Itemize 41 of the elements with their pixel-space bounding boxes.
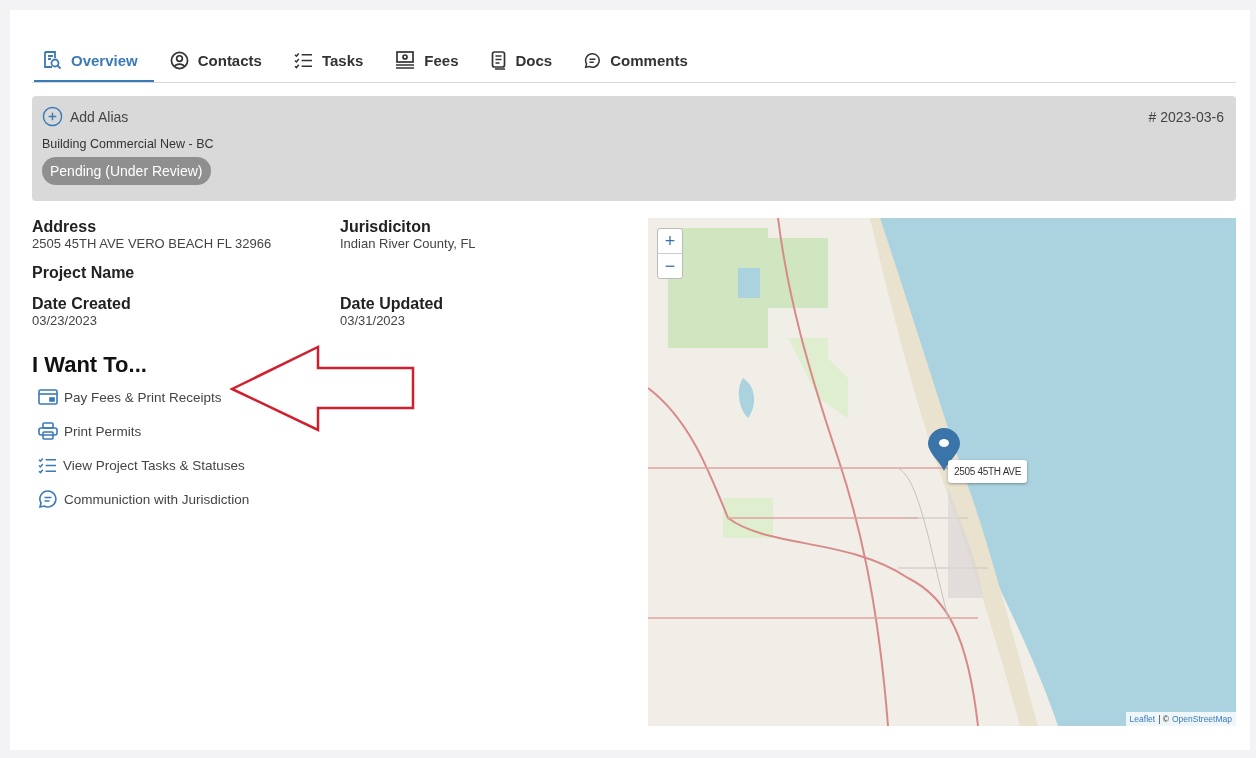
status-badge: Pending (Under Review): [42, 157, 211, 185]
attribution-link[interactable]: Leaflet: [1129, 714, 1156, 724]
marker-tooltip: 2505 45TH AVE: [948, 460, 1028, 483]
field-value: 03/31/2023: [340, 313, 407, 328]
section-heading: I Want To...: [32, 352, 148, 378]
field-value: 2505 45TH AVE VERO BEACH FL 32966: [32, 236, 273, 251]
tab[interactable]: Overview: [34, 40, 154, 82]
checklist-icon: [38, 456, 57, 474]
zoom-in-button[interactable]: +: [658, 229, 682, 254]
search-document-icon: [42, 50, 62, 70]
plus-circle-icon: [42, 106, 63, 127]
tab[interactable]: Comments: [576, 40, 704, 82]
field-label: Date Created: [32, 295, 132, 313]
field-label: Project Name: [32, 264, 136, 282]
tab[interactable]: Fees: [387, 40, 475, 82]
field-label: Address: [32, 218, 98, 236]
permit-number: # 2023-03-6: [1148, 108, 1224, 125]
checklist-icon: [293, 51, 313, 69]
action-link[interactable]: Communiction with Jurisdiction: [38, 489, 250, 509]
zoom-out-button[interactable]: −: [658, 254, 682, 278]
chat-bubble-icon: [584, 51, 602, 69]
document-icon: [490, 50, 507, 70]
field-value: Indian River County, FL: [340, 236, 477, 251]
chat-bubble-icon: [38, 489, 58, 509]
printer-icon: [38, 422, 58, 440]
attribution-text: | ©: [1158, 714, 1169, 724]
add-alias-button[interactable]: Add Alias: [42, 106, 129, 127]
monitor-icon: [395, 50, 416, 70]
credit-card-icon: [38, 389, 58, 405]
permit-type: Building Commercial New - BC: [42, 137, 215, 151]
field-value: 03/23/2023: [32, 313, 99, 328]
field-label: Jurisdiciton: [340, 218, 432, 236]
user-circle-icon: [169, 50, 189, 70]
field-label: Date Updated: [340, 295, 445, 313]
tab[interactable]: Contacts: [161, 40, 278, 82]
tab[interactable]: Tasks: [285, 40, 380, 82]
action-link[interactable]: View Project Tasks & Statuses: [38, 455, 245, 475]
tab[interactable]: Docs: [482, 40, 569, 82]
attribution-link[interactable]: OpenStreetMap: [1172, 714, 1232, 724]
action-link[interactable]: Pay Fees & Print Receipts: [38, 387, 222, 407]
action-link[interactable]: Print Permits: [38, 421, 142, 441]
